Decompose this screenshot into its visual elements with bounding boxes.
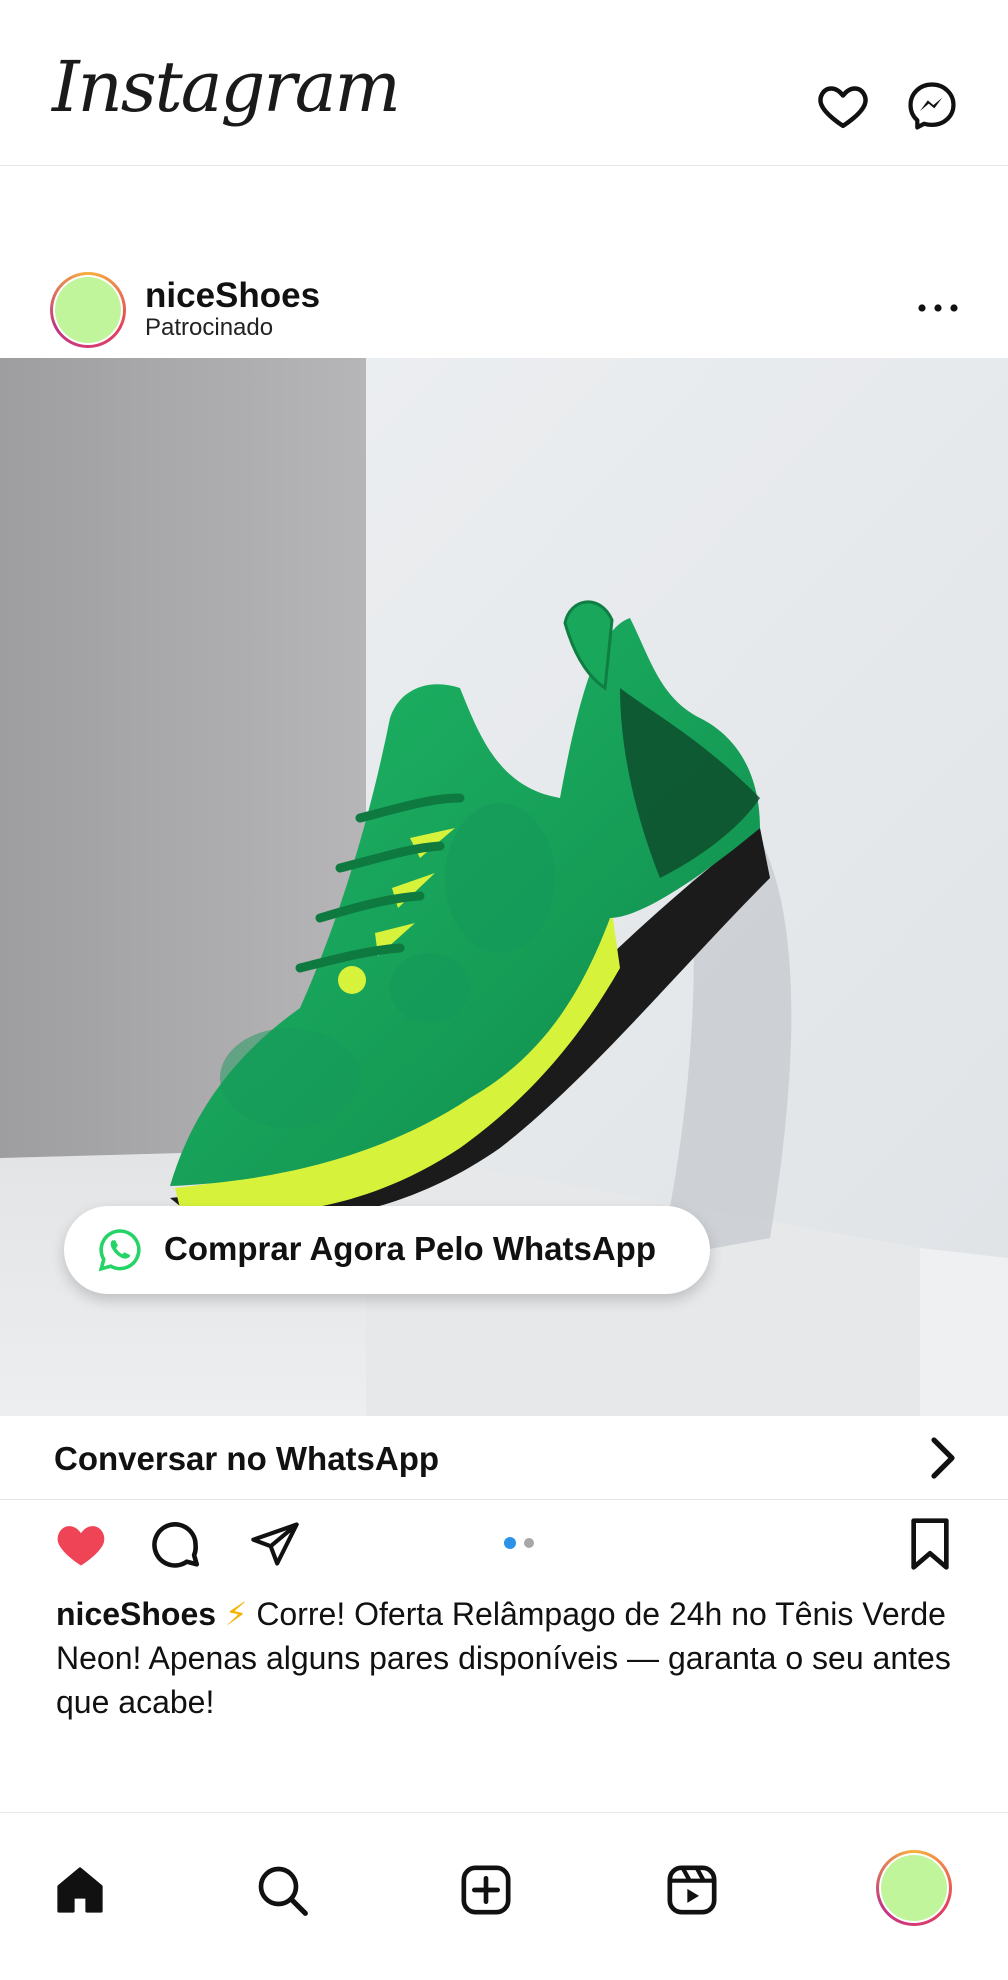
- whatsapp-icon: [98, 1229, 141, 1272]
- share-icon[interactable]: [248, 1518, 302, 1570]
- carousel-indicator: [504, 1537, 534, 1549]
- caption-username[interactable]: niceShoes: [56, 1596, 216, 1632]
- liked-heart-icon[interactable]: [54, 1518, 108, 1568]
- comment-icon[interactable]: [146, 1516, 204, 1574]
- top-bar: Instagram: [0, 0, 1008, 166]
- instagram-logo[interactable]: Instagram: [52, 52, 401, 122]
- sponsored-label: Patrocinado: [145, 314, 274, 341]
- heart-icon[interactable]: [815, 78, 871, 134]
- more-options-icon[interactable]: [916, 290, 960, 326]
- post-avatar[interactable]: [50, 272, 126, 348]
- search-icon[interactable]: [254, 1862, 310, 1918]
- home-icon[interactable]: [52, 1862, 108, 1918]
- post-caption: niceShoes ⚡ Corre! Oferta Relâmpago de 2…: [56, 1592, 956, 1724]
- post-username[interactable]: niceShoes: [145, 276, 320, 316]
- bookmark-icon[interactable]: [906, 1516, 954, 1572]
- whatsapp-chat-label[interactable]: Conversar no WhatsApp: [54, 1440, 439, 1478]
- cta-pill-label[interactable]: Comprar Agora Pelo WhatsApp: [164, 1230, 656, 1268]
- messenger-icon[interactable]: [904, 78, 960, 134]
- caption-emoji: ⚡: [224, 1596, 248, 1632]
- profile-avatar[interactable]: [876, 1850, 952, 1926]
- reels-icon[interactable]: [664, 1862, 720, 1918]
- create-icon[interactable]: [458, 1862, 514, 1918]
- chevron-right-icon[interactable]: [922, 1436, 962, 1480]
